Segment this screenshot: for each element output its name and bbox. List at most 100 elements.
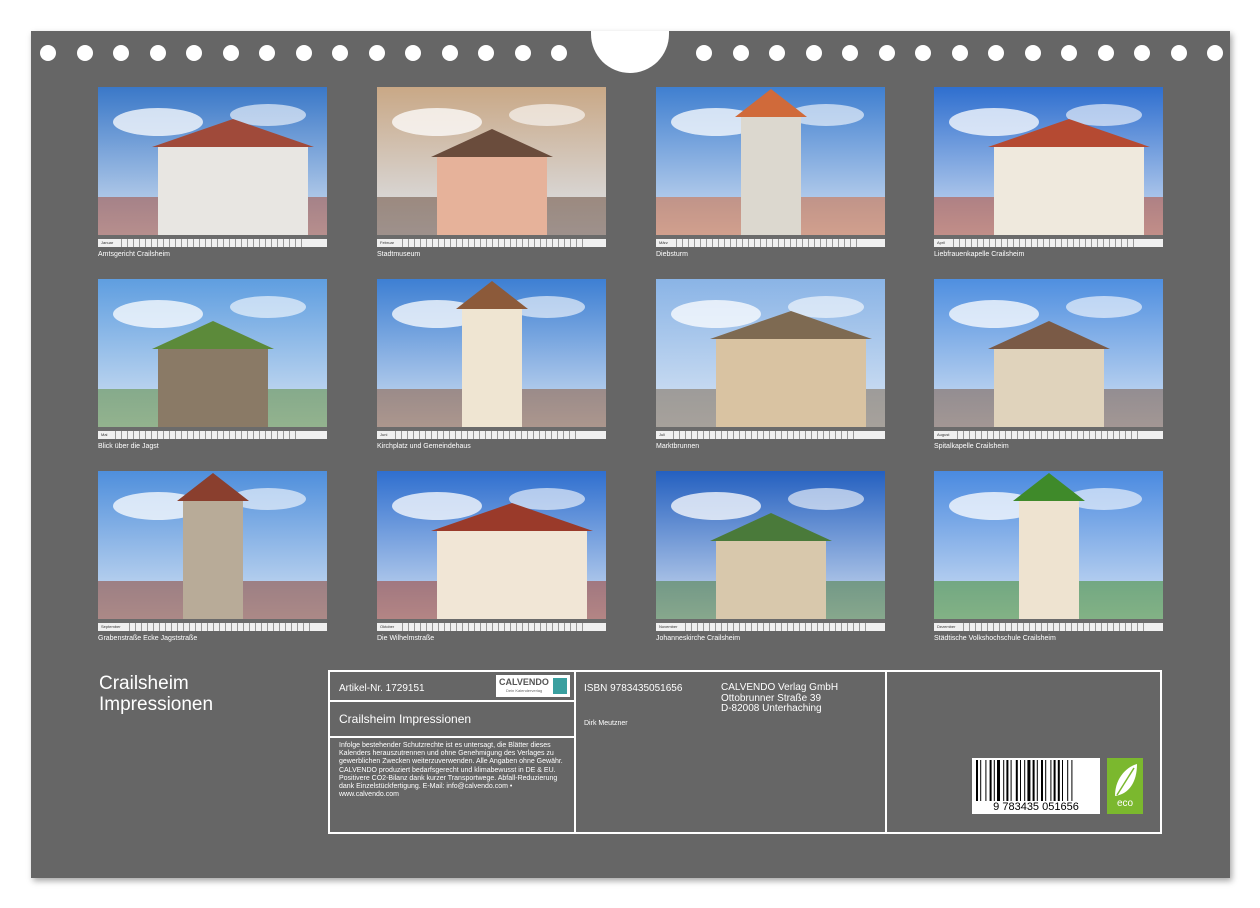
legal-notice: Infolge bestehender Schutzrechte ist es …	[339, 742, 563, 799]
day-cell	[733, 431, 738, 439]
day-cell	[260, 623, 266, 631]
day-cell	[829, 623, 834, 631]
day-cell	[963, 431, 968, 439]
day-cell	[1137, 431, 1142, 439]
day-cell	[1001, 239, 1006, 247]
day-cell	[957, 431, 962, 439]
day-cell	[775, 623, 780, 631]
month-photo: Oktober	[377, 471, 606, 631]
barcode-bar	[980, 760, 982, 802]
month-label: April	[937, 240, 946, 245]
day-cell	[289, 431, 294, 439]
month-photo: Mai	[98, 279, 327, 439]
day-cell	[533, 431, 538, 439]
day-cell	[437, 431, 442, 439]
calvendo-logo: CALVENDO Dein Kalenderverlag	[496, 675, 570, 697]
day-cell	[425, 431, 430, 439]
day-cell	[1077, 431, 1082, 439]
day-cell	[467, 431, 472, 439]
photo-image	[98, 87, 327, 247]
calendar-title-line2: Impressionen	[99, 694, 214, 715]
day-cell	[751, 623, 756, 631]
month-day-strip: April	[934, 239, 1163, 247]
day-cell	[709, 623, 714, 631]
binding-hole	[1207, 45, 1223, 61]
day-cell	[450, 239, 455, 247]
day-cell	[522, 239, 527, 247]
day-cell	[504, 239, 509, 247]
day-cell	[853, 623, 858, 631]
day-cell	[847, 623, 852, 631]
day-cell	[963, 623, 968, 631]
day-cell	[181, 239, 186, 247]
day-cell	[1095, 431, 1100, 439]
day-cell	[432, 239, 437, 247]
photo-caption: Kirchplatz und Gemeindehaus	[377, 443, 471, 450]
day-cell	[462, 239, 467, 247]
day-cell	[236, 623, 242, 631]
day-cell	[1041, 623, 1046, 631]
month-photo: Juli	[656, 279, 885, 439]
day-cell	[242, 623, 248, 631]
day-cell	[715, 431, 720, 439]
month-label: Juli	[659, 432, 666, 437]
calendar-title-line1: Crailsheim	[99, 673, 189, 694]
day-cell	[157, 239, 162, 247]
day-cell	[139, 239, 144, 247]
day-cell	[1011, 431, 1016, 439]
day-cell	[420, 623, 425, 631]
day-cell	[801, 239, 807, 247]
barcode-bar	[1010, 760, 1012, 802]
day-cell	[769, 431, 774, 439]
day-cell	[1125, 623, 1130, 631]
day-cell	[193, 431, 198, 439]
publisher-address: CALVENDO Verlag GmbH Ottobrunner Straße …	[721, 682, 838, 715]
day-cell	[1061, 239, 1066, 247]
day-cell	[414, 239, 419, 247]
day-cell	[1043, 239, 1048, 247]
divider	[885, 672, 887, 832]
binding-hole	[951, 45, 968, 61]
day-cell	[735, 239, 741, 247]
day-cell	[699, 239, 705, 247]
barcode-bar	[985, 760, 987, 802]
day-cell	[295, 239, 300, 247]
day-cell	[289, 239, 294, 247]
month-label: Januar	[101, 240, 114, 245]
photo-image	[934, 87, 1163, 247]
day-cell	[152, 623, 158, 631]
day-cell	[570, 239, 575, 247]
binding-hole	[1097, 45, 1114, 61]
day-cell	[1031, 239, 1036, 247]
month-label: November	[659, 624, 678, 629]
barcode-bar	[1057, 760, 1060, 802]
day-cell	[510, 239, 515, 247]
divider	[330, 736, 574, 738]
day-cell	[1017, 431, 1022, 439]
day-cell	[277, 239, 282, 247]
barcode-bar	[976, 760, 978, 802]
day-cell	[1065, 431, 1070, 439]
day-cell	[1053, 623, 1058, 631]
day-cell	[199, 431, 204, 439]
day-cell	[272, 623, 278, 631]
day-cell	[793, 623, 798, 631]
day-cell	[1035, 623, 1040, 631]
day-cell	[1005, 431, 1010, 439]
month-label: September	[101, 624, 121, 629]
day-cell	[450, 623, 455, 631]
day-cell	[522, 623, 527, 631]
binding-hole	[40, 45, 56, 61]
photo-image	[98, 279, 327, 439]
day-cell	[175, 239, 180, 247]
day-cell	[855, 239, 861, 247]
day-cell	[825, 239, 831, 247]
day-cell	[1115, 239, 1120, 247]
binding-hole	[441, 45, 458, 61]
month-photo: April	[934, 87, 1163, 247]
day-cell	[271, 431, 276, 439]
day-cell	[763, 623, 768, 631]
day-cell	[576, 623, 581, 631]
day-cell	[1083, 431, 1088, 439]
binding-hole	[805, 45, 822, 61]
